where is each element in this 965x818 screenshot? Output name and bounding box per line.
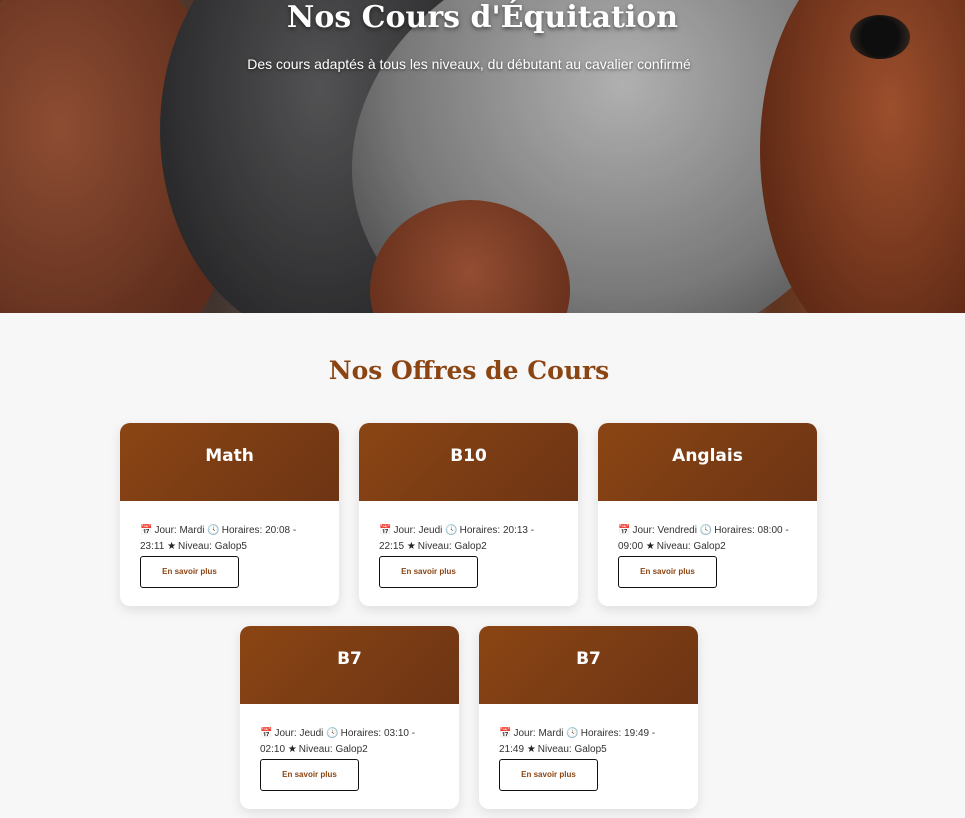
hours-label: Horaires: — [340, 728, 382, 739]
course-card: Anglais 📅 Jour: Vendredi 🕓 Horaires: 08:00… — [598, 423, 817, 606]
day-label: Jour: — [274, 728, 297, 739]
level-value: Galop5 — [214, 541, 247, 552]
star-icon: ★ — [406, 541, 416, 552]
level-label: Niveau: — [417, 541, 452, 552]
level-label: Niveau: — [537, 744, 572, 755]
day-value: Mardi — [538, 728, 564, 739]
day-label: Jour: — [632, 525, 655, 536]
course-card-header: B7 — [479, 626, 698, 704]
hours-label: Horaires: — [459, 525, 501, 536]
star-icon: ★ — [645, 541, 655, 552]
hero-title: Nos Cours d'Équitation — [286, 0, 679, 35]
course-card: B7 📅 Jour: Mardi 🕓 Horaires: 19:49 - 21:49… — [479, 626, 698, 809]
course-title: B7 — [337, 649, 362, 669]
star-icon: ★ — [526, 744, 536, 755]
day-label: Jour: — [154, 525, 177, 536]
course-title: Math — [205, 446, 254, 466]
course-details: 📅 Jour: Jeudi 🕓 Horaires: 03:10 - 02:10 ★ N… — [240, 704, 459, 791]
day-label: Jour: — [513, 728, 536, 739]
course-card-header: Math — [120, 423, 339, 501]
learn-more-button[interactable]: En savoir plus — [618, 556, 717, 588]
star-icon: ★ — [287, 744, 297, 755]
level-label: Niveau: — [178, 541, 212, 552]
course-title: B7 — [576, 649, 601, 669]
level-value: Galop2 — [335, 744, 368, 755]
course-title: B10 — [450, 446, 487, 466]
level-value: Galop5 — [574, 744, 607, 755]
hours-label: Horaires: — [221, 525, 263, 536]
clock-icon: 🕓 — [566, 728, 579, 739]
course-details: 📅 Jour: Mardi 🕓 Horaires: 19:49 - 21:49 ★ N… — [479, 704, 698, 791]
day-value: Jeudi — [299, 728, 324, 739]
learn-more-button[interactable]: En savoir plus — [260, 759, 359, 791]
level-label: Niveau: — [298, 744, 333, 755]
course-title: Anglais — [672, 446, 743, 466]
day-value: Mardi — [179, 525, 205, 536]
course-card-header: B7 — [240, 626, 459, 704]
learn-more-button[interactable]: En savoir plus — [379, 556, 478, 588]
calendar-icon: 📅 — [618, 525, 631, 536]
calendar-icon: 📅 — [260, 728, 273, 739]
course-details: 📅 Jour: Jeudi 🕓 Horaires: 20:13 - 22:15 ★ N… — [359, 501, 578, 588]
day-label: Jour: — [393, 525, 416, 536]
course-details: 📅 Jour: Mardi 🕓 Horaires: 20:08 - 23:11 ★ N… — [120, 501, 339, 588]
clock-icon: 🕓 — [699, 525, 713, 536]
hours-label: Horaires: — [714, 525, 755, 536]
learn-more-button[interactable]: En savoir plus — [499, 759, 598, 791]
hero-overlay — [0, 0, 965, 313]
clock-icon: 🕓 — [207, 525, 220, 536]
level-value: Galop2 — [693, 541, 726, 552]
day-value: Jeudi — [418, 525, 443, 536]
section-title: Nos Offres de Cours — [328, 356, 610, 385]
course-card-header: Anglais — [598, 423, 817, 501]
course-details: 📅 Jour: Vendredi 🕓 Horaires: 08:00 - 09:00… — [598, 501, 817, 588]
hero-subtitle: Des cours adaptés à tous les niveaux, du… — [247, 56, 691, 72]
clock-icon: 🕓 — [326, 728, 339, 739]
star-icon: ★ — [167, 541, 177, 552]
hours-label: Horaires: — [580, 728, 622, 739]
level-value: Galop2 — [454, 541, 487, 552]
hero-banner: Nos Cours d'Équitation Des cours adaptés… — [0, 0, 965, 313]
calendar-icon: 📅 — [140, 525, 153, 536]
level-label: Niveau: — [656, 541, 691, 552]
calendar-icon: 📅 — [379, 525, 392, 536]
course-card: B10 📅 Jour: Jeudi 🕓 Horaires: 20:13 - 22:1… — [359, 423, 578, 606]
course-card: Math 📅 Jour: Mardi 🕓 Horaires: 20:08 - 23:… — [120, 423, 339, 606]
learn-more-button[interactable]: En savoir plus — [140, 556, 239, 588]
day-value: Vendredi — [657, 525, 697, 536]
calendar-icon: 📅 — [499, 728, 512, 739]
clock-icon: 🕓 — [445, 525, 458, 536]
course-card: B7 📅 Jour: Jeudi 🕓 Horaires: 03:10 - 02:10… — [240, 626, 459, 809]
course-card-header: B10 — [359, 423, 578, 501]
